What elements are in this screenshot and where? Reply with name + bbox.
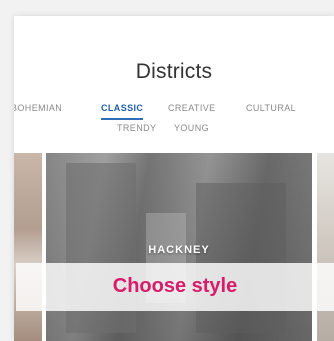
carousel-next-image[interactable] [317, 153, 334, 341]
district-label: HACKNEY [148, 244, 210, 256]
page-title: Districts [135, 60, 213, 83]
districts-card: Districts BOHEMIAN CLASSIC CREATIVE CULT… [14, 16, 334, 341]
choose-style-button[interactable]: Choose style [16, 263, 334, 311]
tab-young[interactable]: YOUNG [174, 123, 209, 133]
tab-cultural[interactable]: CULTURAL [246, 103, 296, 113]
tab-classic[interactable]: CLASSIC [101, 103, 144, 120]
tab-trendy[interactable]: TRENDY [117, 123, 156, 133]
tab-bohemian[interactable]: BOHEMIAN [14, 103, 62, 113]
choose-style-label: Choose style [112, 275, 238, 297]
tab-creative[interactable]: CREATIVE [168, 103, 216, 113]
carousel-prev-image[interactable] [14, 153, 42, 341]
